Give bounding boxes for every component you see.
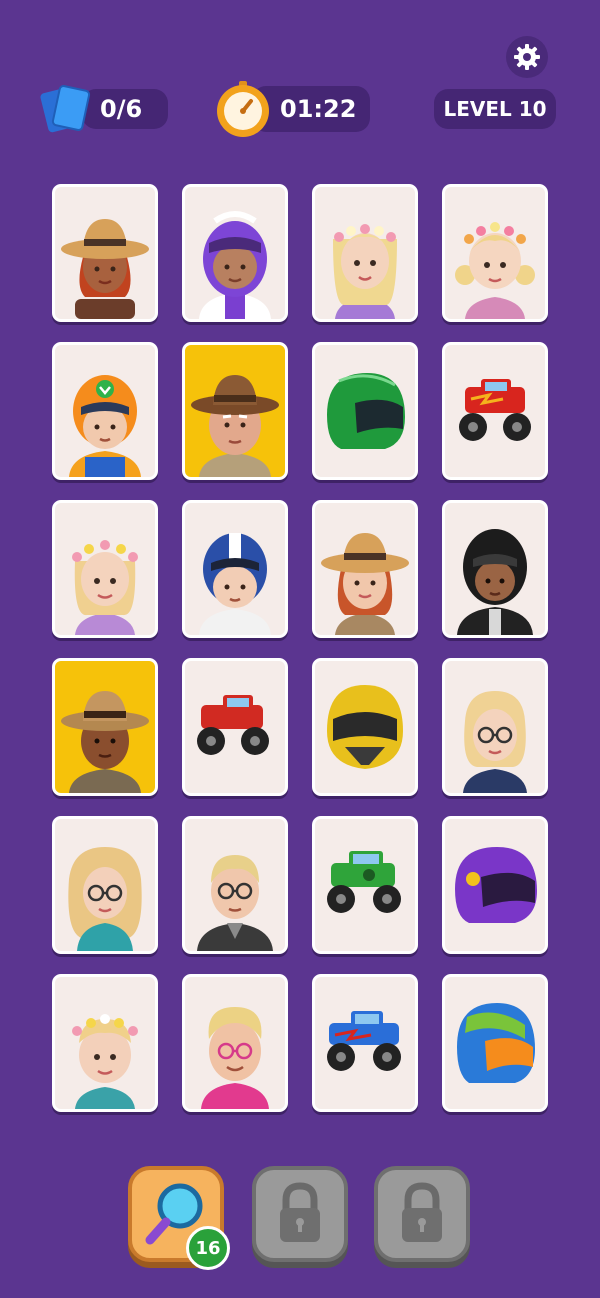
racer-black-helmet-icon: [457, 529, 533, 635]
man-glasses-suit-icon: [197, 855, 273, 951]
girl-flower-crown-pigtails-icon: [455, 222, 535, 319]
locked-powerup-1[interactable]: [252, 1166, 348, 1262]
card-grid: [52, 184, 548, 1112]
red-monster-truck-icon: [459, 379, 531, 441]
card-woman-sun-hat[interactable]: [52, 184, 158, 322]
hint-count: 16: [195, 1237, 221, 1259]
green-helmet-icon: [327, 373, 405, 449]
locked-powerup-2[interactable]: [374, 1166, 470, 1262]
racer-purple-helmet-icon: [199, 211, 271, 319]
woman-flower-crown-icon: [333, 224, 397, 319]
card-woman-glasses-blonde[interactable]: [442, 658, 548, 796]
man-fedora-icon: [61, 691, 149, 793]
lock-icon: [402, 1182, 442, 1242]
card-man-fedora-yellow[interactable]: [52, 658, 158, 796]
card-boy-flower-crown[interactable]: [52, 974, 158, 1112]
card-purple-helmet[interactable]: [442, 816, 548, 954]
settings-button[interactable]: [506, 36, 548, 78]
card-racer-purple-helmet[interactable]: [182, 184, 288, 322]
stopwatch-icon: [217, 81, 269, 137]
timer-value: 01:22: [280, 95, 357, 123]
woman-sun-hat-icon: [61, 219, 149, 319]
card-man-glasses-suit[interactable]: [182, 816, 288, 954]
card-red-monster-truck[interactable]: [442, 342, 548, 480]
hint-count-badge: 16: [186, 1226, 230, 1270]
boy-flower-crown-icon: [72, 1014, 138, 1109]
cards-progress-pill: 0/6: [82, 89, 168, 129]
card-girl-flower-crown-pigtails[interactable]: [442, 184, 548, 322]
woman-glasses-blonde-icon: [463, 691, 527, 793]
card-green-helmet[interactable]: [312, 342, 418, 480]
card-woman-glasses-scarf[interactable]: [52, 816, 158, 954]
card-green-monster-truck[interactable]: [312, 816, 418, 954]
card-woman-sun-hat-redhead[interactable]: [312, 500, 418, 638]
card-racer-blue-white-helmet[interactable]: [182, 500, 288, 638]
red-monster-truck-icon: [197, 695, 269, 755]
girl-flower-crown-icon: [72, 540, 138, 635]
lock-icon: [280, 1182, 320, 1242]
racer-blue-white-helmet-icon: [199, 533, 271, 635]
cards-icon: [40, 85, 91, 133]
blue-monster-truck-icon: [327, 1011, 401, 1071]
card-racer-orange-helmet[interactable]: [52, 342, 158, 480]
level-label: LEVEL 10: [443, 97, 547, 121]
yellow-helmet-icon: [327, 685, 403, 769]
card-racer-black-helmet[interactable]: [442, 500, 548, 638]
card-green-blue-helmet[interactable]: [442, 974, 548, 1112]
card-red-monster-truck-2[interactable]: [182, 658, 288, 796]
green-monster-truck-icon: [327, 851, 401, 913]
card-woman-flower-crown-blonde[interactable]: [312, 184, 418, 322]
old-man-fedora-icon: [191, 375, 279, 477]
card-man-pink-glasses[interactable]: [182, 974, 288, 1112]
card-old-man-fedora-yellow[interactable]: [182, 342, 288, 480]
level-indicator: LEVEL 10: [434, 89, 556, 129]
woman-sun-hat-redhead-icon: [321, 533, 409, 635]
card-girl-flower-crown[interactable]: [52, 500, 158, 638]
card-blue-monster-truck[interactable]: [312, 974, 418, 1112]
card-yellow-helmet[interactable]: [312, 658, 418, 796]
purple-helmet-icon: [455, 847, 537, 923]
cards-progress-value: 0/6: [100, 95, 143, 123]
woman-glasses-scarf-icon: [68, 847, 142, 951]
green-blue-helmet-icon: [457, 1003, 535, 1083]
man-pink-glasses-icon: [201, 1007, 269, 1109]
racer-orange-helmet-icon: [69, 375, 141, 477]
gear-icon: [514, 44, 540, 70]
